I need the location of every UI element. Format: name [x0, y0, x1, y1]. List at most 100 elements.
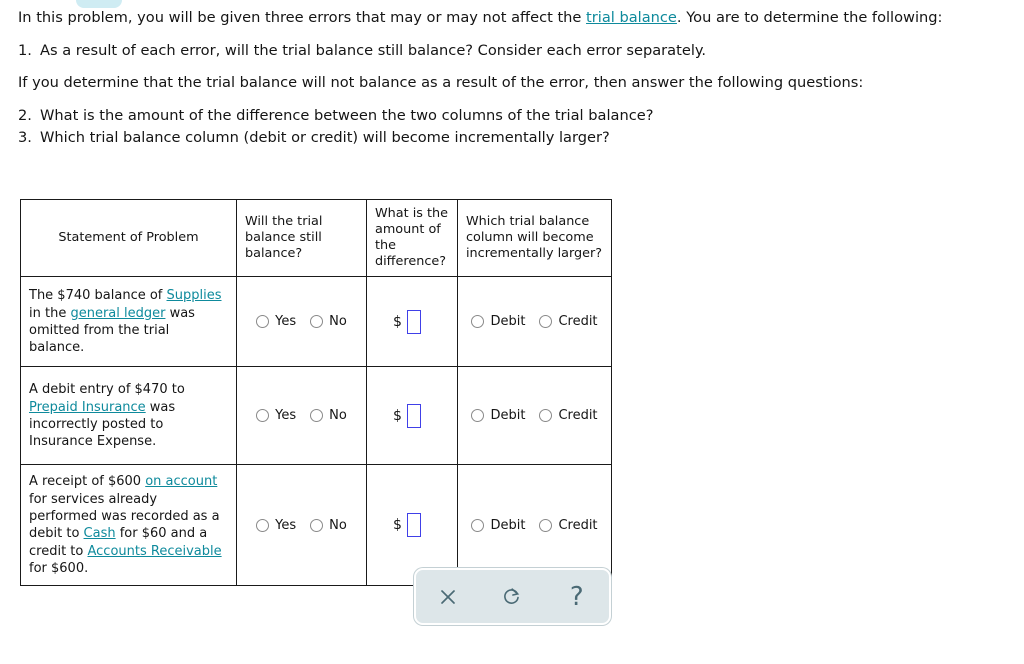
- counterclockwise-refresh-icon: [501, 586, 523, 608]
- radio-circle-icon[interactable]: [471, 518, 485, 532]
- statement-cell-3: A receipt of $600 on account for service…: [20, 464, 237, 587]
- cash-link[interactable]: Cash: [84, 526, 116, 541]
- amount-input-1[interactable]: [406, 309, 421, 334]
- radio-debit-2-label: Debit: [490, 408, 526, 424]
- radio-circle-icon[interactable]: [539, 409, 553, 423]
- amount-field-group-1: $: [367, 309, 457, 334]
- clear-button[interactable]: [426, 576, 470, 618]
- radio-circle-icon[interactable]: [256, 409, 270, 423]
- yes-no-radio-group-2: Yes No: [237, 408, 366, 423]
- statement-text-3: A receipt of $600 on account for service…: [21, 465, 236, 585]
- radio-circle-icon[interactable]: [256, 315, 270, 329]
- statement-cell-2: A debit entry of $470 to Prepaid Insuran…: [20, 366, 237, 466]
- statement-text-2: A debit entry of $470 to Prepaid Insuran…: [21, 373, 236, 458]
- statement-cell-1: The $740 balance of Supplies in the gene…: [20, 276, 237, 368]
- intro-text-b: . You are to determine the following:: [676, 9, 943, 26]
- radio-debit-3-label: Debit: [490, 517, 526, 533]
- on-account-link[interactable]: on account: [145, 474, 217, 489]
- difference-amount-cell-1: $: [366, 276, 458, 368]
- radio-credit-3[interactable]: Credit: [539, 517, 598, 533]
- debit-credit-radio-group-1: Debit Credit: [458, 314, 611, 329]
- radio-credit-3-label: Credit: [558, 517, 598, 533]
- statement-3-part-4: for $600.: [29, 560, 89, 576]
- prepaid-insurance-link[interactable]: Prepaid Insurance: [29, 400, 146, 415]
- list-item-1-text: As a result of each error, will the tria…: [40, 42, 707, 60]
- column-header-difference-label: What is the amount of the difference?: [375, 206, 448, 270]
- dollar-sign-1: $: [393, 313, 402, 330]
- statement-2-part-1: A debit entry of $470 to: [29, 382, 185, 398]
- table-header-row: Statement of Problem Will the trial bala…: [20, 198, 612, 278]
- column-header-which-column-label: Which trial balance column will become i…: [466, 214, 603, 262]
- dollar-sign-3: $: [393, 517, 402, 534]
- statement-1-part-1: The $740 balance of: [29, 288, 167, 304]
- intro-paragraph-1: In this problem, you will be given three…: [18, 8, 1008, 28]
- help-button[interactable]: ?: [555, 576, 599, 618]
- problem-intro: In this problem, you will be given three…: [18, 8, 1008, 160]
- close-x-icon: [438, 587, 458, 607]
- radio-debit-1-label: Debit: [490, 314, 526, 330]
- radio-yes-3-label: Yes: [275, 517, 297, 533]
- radio-no-2[interactable]: No: [310, 408, 347, 423]
- trial-balance-link[interactable]: trial balance: [586, 9, 677, 26]
- dollar-sign-2: $: [393, 407, 402, 424]
- list-item-2-text: What is the amount of the difference bet…: [40, 107, 654, 125]
- amount-input-2[interactable]: [406, 403, 421, 428]
- list-item-3-text: Which trial balance column (debit or cre…: [40, 128, 610, 146]
- column-header-statement-label: Statement of Problem: [58, 230, 199, 246]
- radio-circle-icon[interactable]: [471, 409, 485, 423]
- radio-yes-3[interactable]: Yes: [256, 518, 296, 533]
- undo-reset-button[interactable]: [490, 576, 534, 618]
- trial-balance-answer-table: Statement of Problem Will the trial bala…: [20, 198, 612, 587]
- question-list-2: 2. What is the amount of the difference b…: [18, 105, 1008, 147]
- debit-credit-radio-group-3: Debit Credit: [458, 518, 611, 533]
- radio-no-2-label: No: [329, 408, 347, 424]
- radio-debit-3[interactable]: Debit: [471, 518, 525, 533]
- table-row: The $740 balance of Supplies in the gene…: [20, 276, 612, 368]
- column-header-statement: Statement of Problem: [20, 198, 237, 278]
- accounts-receivable-link[interactable]: Accounts Receivable: [87, 544, 221, 559]
- radio-yes-1-label: Yes: [275, 314, 297, 330]
- radio-circle-icon[interactable]: [310, 315, 324, 329]
- intro-paragraph-2: If you determine that the trial balance …: [18, 74, 864, 92]
- radio-credit-1-label: Credit: [558, 314, 598, 330]
- balance-choice-cell-1: Yes No: [236, 276, 367, 368]
- question-list-1: 1. As a result of each error, will the tr…: [18, 40, 1008, 61]
- amount-field-group-3: $: [367, 513, 457, 538]
- radio-circle-icon[interactable]: [310, 409, 324, 423]
- radio-no-1[interactable]: No: [310, 314, 347, 329]
- supplies-link[interactable]: Supplies: [167, 288, 222, 303]
- list-item-2-number: 2.: [18, 107, 32, 125]
- radio-yes-2-label: Yes: [275, 408, 297, 424]
- radio-yes-1[interactable]: Yes: [256, 314, 296, 329]
- column-header-which-column: Which trial balance column will become i…: [457, 198, 612, 278]
- answer-table-container: Statement of Problem Will the trial bala…: [20, 198, 612, 587]
- radio-circle-icon[interactable]: [539, 315, 553, 329]
- radio-debit-2[interactable]: Debit: [471, 408, 525, 423]
- radio-no-3[interactable]: No: [310, 518, 347, 533]
- radio-credit-2-label: Credit: [558, 408, 598, 424]
- yes-no-radio-group-1: Yes No: [237, 314, 366, 329]
- intro-text-a: In this problem, you will be given three…: [18, 9, 587, 26]
- radio-circle-icon[interactable]: [256, 518, 270, 532]
- radio-circle-icon[interactable]: [539, 518, 553, 532]
- radio-circle-icon[interactable]: [310, 518, 324, 532]
- balance-choice-cell-2: Yes No: [236, 366, 367, 466]
- list-item-2: 2. What is the amount of the difference b…: [18, 105, 1008, 126]
- statement-1-part-2: in the: [29, 305, 71, 321]
- list-item-1-number: 1.: [18, 42, 32, 60]
- radio-yes-2[interactable]: Yes: [256, 408, 296, 423]
- radio-circle-icon[interactable]: [471, 315, 485, 329]
- yes-no-radio-group-3: Yes No: [237, 518, 366, 533]
- radio-debit-1[interactable]: Debit: [471, 314, 525, 329]
- column-header-will-balance-label: Will the trial balance still balance?: [245, 214, 323, 262]
- radio-credit-2[interactable]: Credit: [539, 408, 598, 424]
- table-row: A debit entry of $470 to Prepaid Insuran…: [20, 366, 612, 466]
- debit-credit-cell-1: Debit Credit: [457, 276, 612, 368]
- list-item-3: 3. Which trial balance column (debit or c…: [18, 127, 1008, 148]
- difference-amount-cell-2: $: [366, 366, 458, 466]
- statement-text-1: The $740 balance of Supplies in the gene…: [21, 279, 236, 364]
- column-header-will-balance: Will the trial balance still balance?: [236, 198, 367, 278]
- radio-credit-1[interactable]: Credit: [539, 314, 598, 330]
- amount-input-3[interactable]: [406, 513, 421, 538]
- general-ledger-link[interactable]: general ledger: [70, 306, 165, 321]
